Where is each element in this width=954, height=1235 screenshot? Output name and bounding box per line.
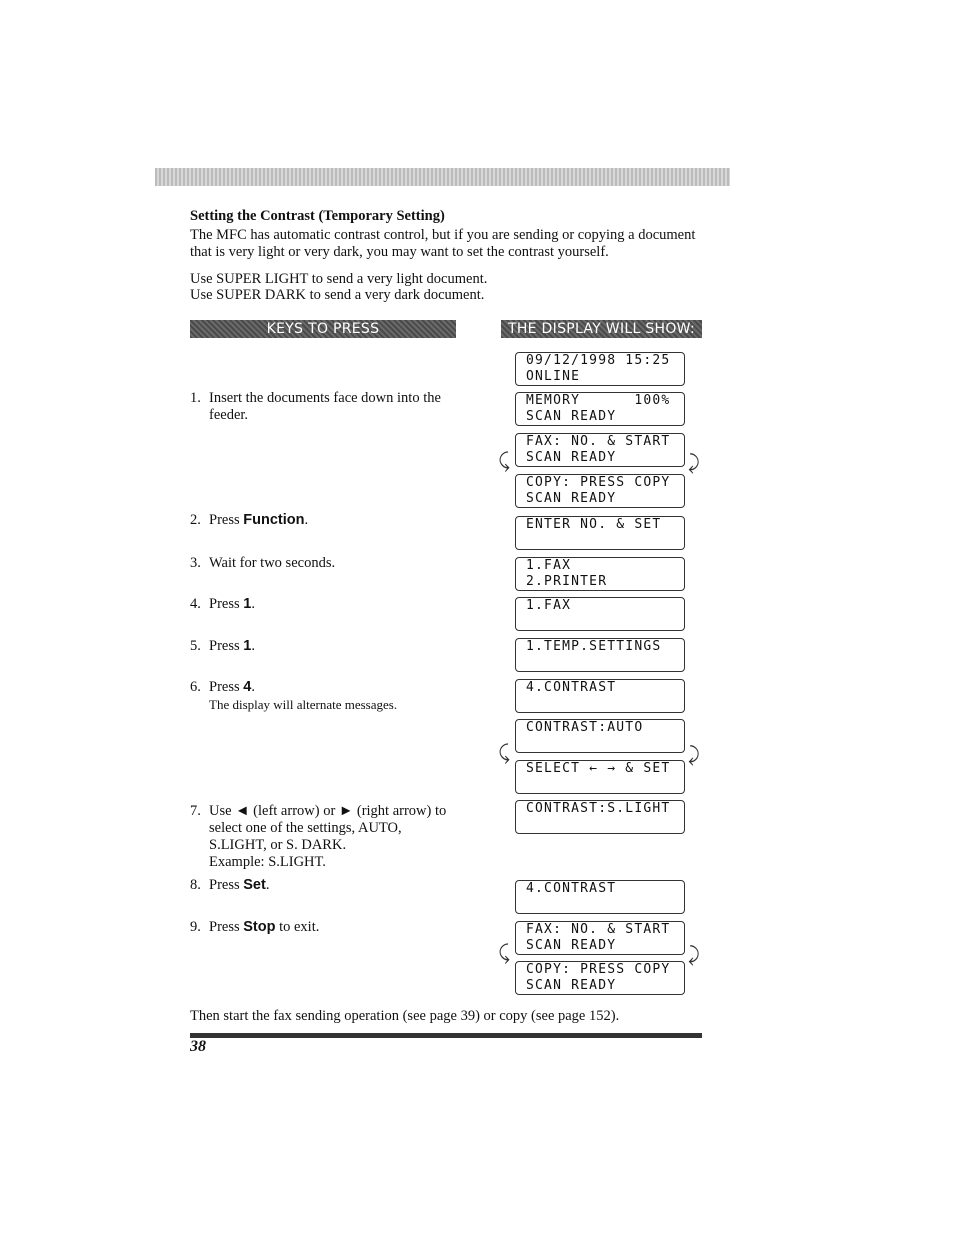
step-number: 5.: [190, 638, 201, 654]
step-number: 8.: [190, 877, 201, 893]
step-number: 1.: [190, 390, 201, 406]
keys-to-press-header: KEYS TO PRESS: [190, 320, 456, 338]
lcd-display: COPY: PRESS COPY SCAN READY: [515, 961, 685, 995]
lcd-display: CONTRAST:S.LIGHT: [515, 800, 685, 834]
step-text: Use ◄ (left arrow) or ► (right arrow) to…: [209, 803, 447, 853]
lcd-line-1: 1.FAX: [526, 598, 572, 613]
step-item: 6. Press 4. The display will alternate mes…: [190, 679, 460, 713]
alternate-arrow-left-icon: ⤹: [498, 940, 510, 964]
manual-page: Setting the Contrast (Temporary Setting)…: [0, 0, 954, 1235]
lcd-line-2: SCAN READY: [526, 450, 617, 465]
step-note: The display will alternate messages.: [209, 697, 398, 712]
lcd-line-1: 1.FAX: [526, 558, 572, 573]
key-name: Set: [243, 877, 266, 893]
step-text: Wait for two seconds.: [209, 555, 336, 571]
step-note: Example: S.LIGHT.: [209, 854, 326, 870]
lcd-line-1: FAX: NO. & START: [526, 922, 671, 937]
lcd-display: 4.CONTRAST: [515, 880, 685, 914]
lcd-line-2: SCAN READY: [526, 978, 617, 993]
step-text-suffix: .: [304, 512, 309, 528]
step-number: 6.: [190, 679, 201, 695]
section-title: Setting the Contrast (Temporary Setting): [190, 208, 445, 224]
lcd-line-1: ENTER NO. & SET: [526, 517, 662, 532]
step-number: 3.: [190, 555, 201, 571]
alternate-arrow-right-icon: ⤸: [688, 742, 700, 766]
lcd-line-1: FAX: NO. & START: [526, 434, 671, 449]
lcd-line-1: CONTRAST:AUTO: [526, 720, 644, 735]
footer-rule: [190, 1033, 702, 1038]
page-number: 38: [190, 1038, 206, 1055]
step-item: 8. Press Set.: [190, 877, 460, 894]
lcd-line-2: SCAN READY: [526, 491, 617, 506]
step-text: Press: [209, 596, 244, 612]
lcd-line-1: MEMORY 100%: [526, 393, 671, 408]
lcd-line-2: 2.PRINTER: [526, 574, 608, 589]
key-name: Stop: [243, 919, 276, 935]
step-text-suffix: .: [251, 596, 255, 612]
step-item: 2. Press Function.: [190, 512, 460, 529]
step-item: 7. Use ◄ (left arrow) or ► (right arrow) …: [190, 803, 460, 871]
step-item: 1. Insert the documents face down into th…: [190, 390, 460, 424]
note-super-dark: Use SUPER DARK to send a very dark docum…: [190, 287, 485, 303]
lcd-display: 1.FAX: [515, 597, 685, 631]
step-item: 9. Press Stop to exit.: [190, 919, 460, 936]
intro-paragraph: The MFC has automatic contrast control, …: [190, 227, 696, 260]
step-text-suffix: .: [251, 638, 255, 654]
step-text-suffix: to exit.: [275, 919, 320, 935]
step-number: 2.: [190, 512, 201, 528]
step-text-suffix: .: [251, 679, 255, 695]
step-item: 5. Press 1.: [190, 638, 460, 655]
lcd-line-1: SELECT ← → & SET: [526, 761, 671, 776]
key-name: Function: [243, 512, 305, 528]
step-text: Press: [209, 679, 244, 695]
step-text: Press: [209, 877, 244, 893]
lcd-display: COPY: PRESS COPY SCAN READY: [515, 474, 685, 508]
step-text: Press: [209, 512, 244, 528]
lcd-display: SELECT ← → & SET: [515, 760, 685, 794]
lcd-line-1: 4.CONTRAST: [526, 680, 617, 695]
lcd-display: MEMORY 100% SCAN READY: [515, 392, 685, 426]
lcd-line-1: COPY: PRESS COPY: [526, 962, 671, 977]
lcd-line-1: 09/12/1998 15:25: [526, 353, 671, 368]
lcd-line-2: ONLINE: [526, 369, 581, 384]
step-text: Press: [209, 638, 244, 654]
lcd-line-1: CONTRAST:S.LIGHT: [526, 801, 671, 816]
lcd-display: 4.CONTRAST: [515, 679, 685, 713]
display-will-show-header: THE DISPLAY WILL SHOW:: [501, 320, 702, 338]
step-text: Press: [209, 919, 244, 935]
note-super-light: Use SUPER LIGHT to send a very light doc…: [190, 271, 488, 287]
lcd-display: FAX: NO. & START SCAN READY: [515, 433, 685, 467]
step-number: 4.: [190, 596, 201, 612]
alternate-arrow-left-icon: ⤹: [498, 740, 510, 764]
step-text: Insert the documents face down into the …: [209, 390, 441, 423]
step-item: 3. Wait for two seconds.: [190, 555, 460, 572]
top-decorative-band: [155, 168, 730, 186]
lcd-display: 09/12/1998 15:25 ONLINE: [515, 352, 685, 386]
lcd-display: ENTER NO. & SET: [515, 516, 685, 550]
lcd-display: CONTRAST:AUTO: [515, 719, 685, 753]
step-item: 4. Press 1.: [190, 596, 460, 613]
alternate-arrow-right-icon: ⤸: [688, 450, 700, 474]
lcd-display: FAX: NO. & START SCAN READY: [515, 921, 685, 955]
lcd-display: 1.TEMP.SETTINGS: [515, 638, 685, 672]
lcd-line-1: 1.TEMP.SETTINGS: [526, 639, 662, 654]
lcd-line-1: COPY: PRESS COPY: [526, 475, 671, 490]
step-number: 7.: [190, 803, 201, 819]
step-text-suffix: .: [265, 877, 270, 893]
step-number: 9.: [190, 919, 201, 935]
lcd-line-2: SCAN READY: [526, 409, 617, 424]
footer-text: Then start the fax sending operation (se…: [190, 1008, 620, 1024]
lcd-display: 1.FAX 2.PRINTER: [515, 557, 685, 591]
lcd-line-1: 4.CONTRAST: [526, 881, 617, 896]
alternate-arrow-right-icon: ⤸: [688, 942, 700, 966]
lcd-line-2: SCAN READY: [526, 938, 617, 953]
alternate-arrow-left-icon: ⤹: [498, 448, 510, 472]
